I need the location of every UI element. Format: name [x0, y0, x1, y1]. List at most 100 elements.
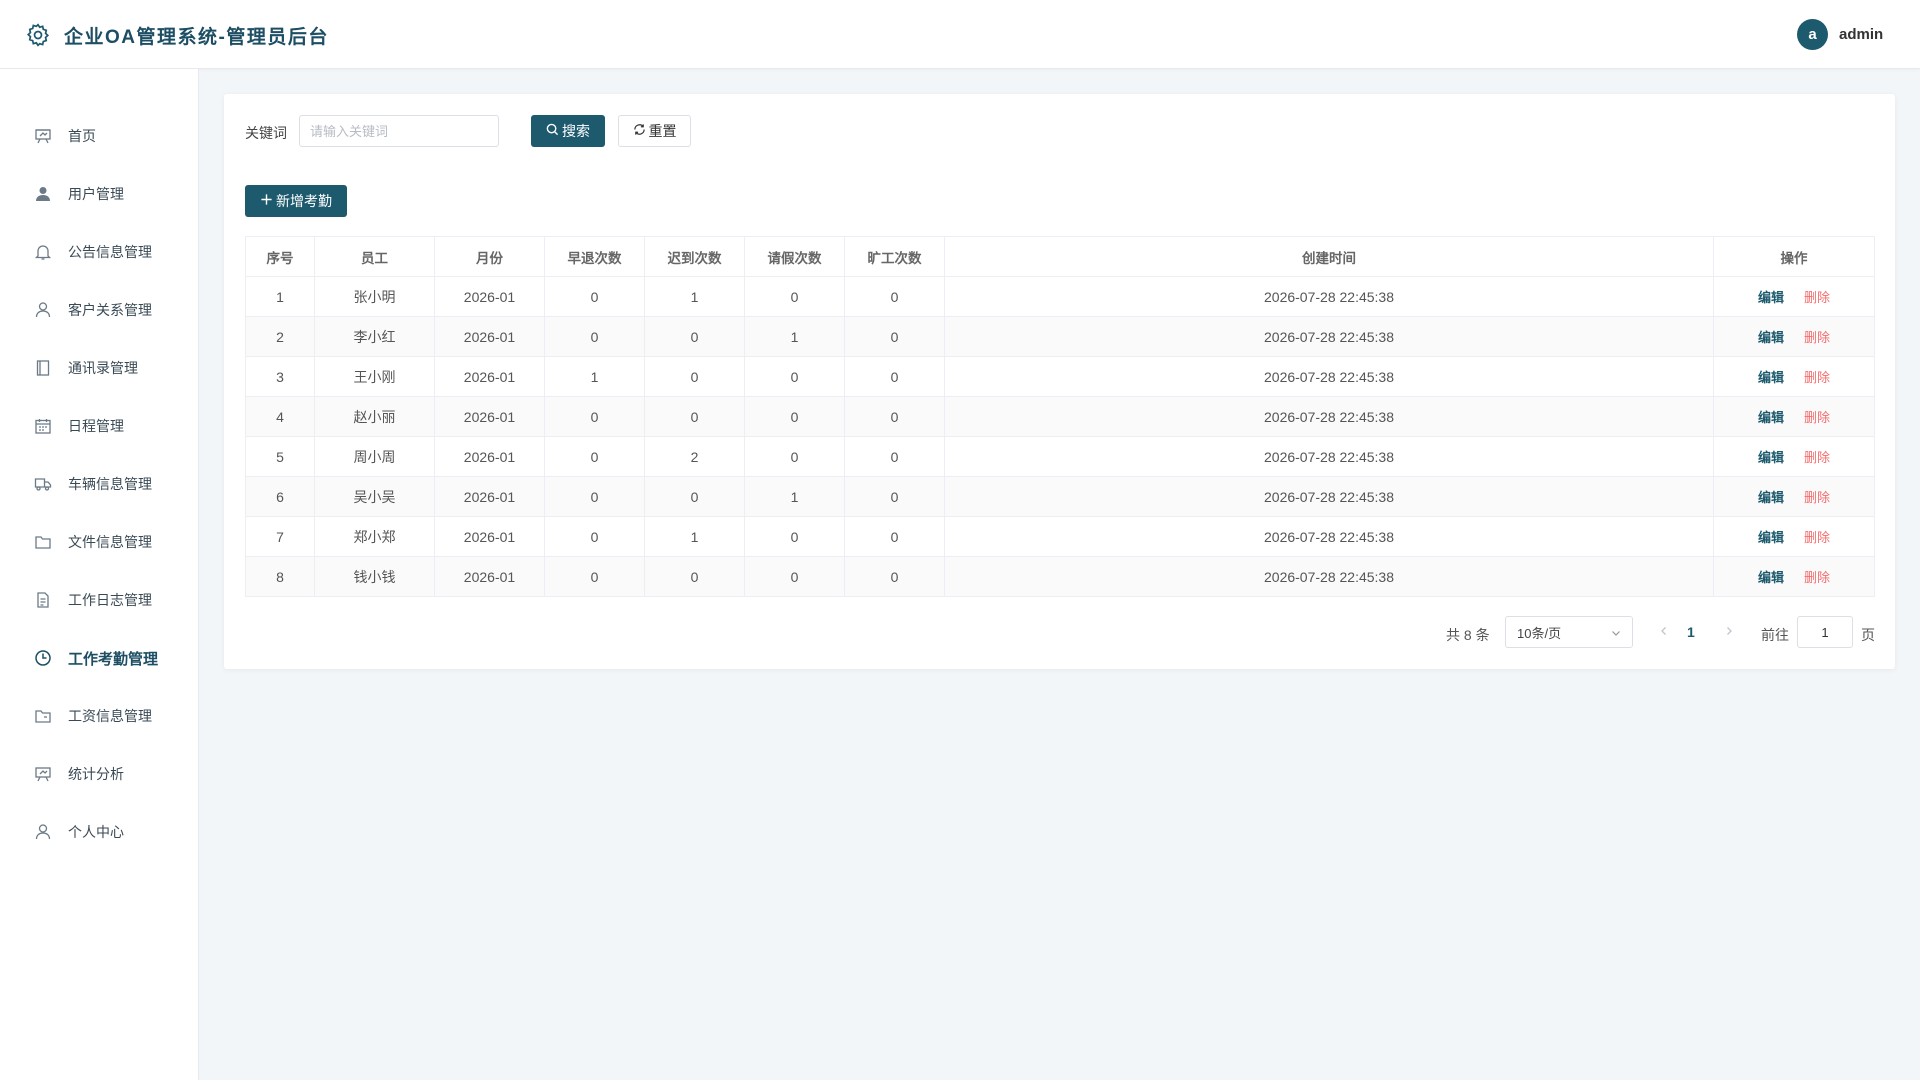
- cell-late: 2: [644, 436, 745, 477]
- cell-employee: 李小红: [314, 316, 435, 357]
- cell-leave-early: 0: [544, 396, 645, 437]
- avatar-letter: a: [1808, 26, 1817, 43]
- search-icon: [546, 123, 559, 139]
- reset-button[interactable]: 重置: [618, 115, 691, 147]
- keyword-input[interactable]: [299, 115, 499, 147]
- sidebar-item-schedule[interactable]: 日程管理: [0, 406, 198, 446]
- refresh-icon: [633, 123, 646, 139]
- goto-page-input[interactable]: [1797, 616, 1853, 648]
- truck-icon: [34, 475, 52, 493]
- sidebar-item-files[interactable]: 文件信息管理: [0, 522, 198, 562]
- column-header: 操作: [1713, 236, 1875, 277]
- sidebar-item-worklogs[interactable]: 工作日志管理: [0, 580, 198, 620]
- cell-leave-early: 0: [544, 516, 645, 557]
- add-attendance-button[interactable]: 新增考勤: [245, 185, 347, 217]
- cell-leave: 0: [744, 516, 845, 557]
- sidebar-item-users[interactable]: 用户管理: [0, 174, 198, 214]
- cell-created-time: 2026-07-28 22:45:38: [944, 436, 1714, 477]
- table-row: 8 钱小钱 2026-01 0 0 0 0 2026-07-28 22:45:38 编辑 删除: [245, 556, 1875, 597]
- cell-employee: 张小明: [314, 276, 435, 317]
- sidebar-item-customers[interactable]: 客户关系管理: [0, 290, 198, 330]
- goto-suffix: 页: [1861, 627, 1875, 643]
- cell-absent: 0: [844, 316, 945, 357]
- delete-button[interactable]: 删除: [1804, 410, 1830, 425]
- edit-button[interactable]: 编辑: [1758, 530, 1784, 545]
- cell-absent: 0: [844, 436, 945, 477]
- cell-index: 6: [245, 476, 315, 517]
- user-icon: [34, 823, 52, 841]
- edit-button[interactable]: 编辑: [1758, 450, 1784, 465]
- document-icon: [34, 591, 52, 609]
- table-row: 4 赵小丽 2026-01 0 0 0 0 2026-07-28 22:45:38 编辑 删除: [245, 396, 1875, 437]
- sidebar-item-home[interactable]: 首页: [0, 116, 198, 156]
- add-button-label: 新增考勤: [276, 193, 332, 209]
- current-page[interactable]: 1: [1687, 624, 1695, 640]
- avatar[interactable]: a: [1797, 19, 1828, 50]
- cell-absent: 0: [844, 276, 945, 317]
- sidebar-item-profile[interactable]: 个人中心: [0, 812, 198, 852]
- cell-leave-early: 1: [544, 356, 645, 397]
- edit-button[interactable]: 编辑: [1758, 290, 1784, 305]
- delete-button[interactable]: 删除: [1804, 290, 1830, 305]
- sidebar-item-label: 工作考勤管理: [68, 650, 159, 668]
- column-header: 序号: [245, 236, 315, 277]
- sidebar-item-salary[interactable]: 工资信息管理: [0, 696, 198, 736]
- plus-icon: [260, 193, 273, 209]
- cell-leave-early: 0: [544, 476, 645, 517]
- edit-button[interactable]: 编辑: [1758, 570, 1784, 585]
- sidebar-item-contacts[interactable]: 通讯录管理: [0, 348, 198, 388]
- cell-actions: 编辑 删除: [1713, 316, 1875, 357]
- cell-leave: 1: [744, 476, 845, 517]
- delete-button[interactable]: 删除: [1804, 370, 1830, 385]
- edit-button[interactable]: 编辑: [1758, 330, 1784, 345]
- delete-button[interactable]: 删除: [1804, 330, 1830, 345]
- sidebar-item-statistics[interactable]: 统计分析: [0, 754, 198, 794]
- cell-index: 3: [245, 356, 315, 397]
- edit-button[interactable]: 编辑: [1758, 370, 1784, 385]
- column-header: 迟到次数: [644, 236, 745, 277]
- cell-absent: 0: [844, 516, 945, 557]
- cell-leave: 0: [744, 396, 845, 437]
- column-header: 月份: [434, 236, 545, 277]
- cell-created-time: 2026-07-28 22:45:38: [944, 476, 1714, 517]
- folder-icon: [34, 533, 52, 551]
- table-row: 6 吴小吴 2026-01 0 0 1 0 2026-07-28 22:45:38 编辑 删除: [245, 476, 1875, 517]
- cell-employee: 赵小丽: [314, 396, 435, 437]
- cell-employee: 周小周: [314, 436, 435, 477]
- cell-absent: 0: [844, 396, 945, 437]
- cell-month: 2026-01: [434, 516, 545, 557]
- delete-button[interactable]: 删除: [1804, 530, 1830, 545]
- delete-button[interactable]: 删除: [1804, 570, 1830, 585]
- goto-prefix: 前往: [1761, 627, 1789, 643]
- page-size-select[interactable]: 10条/页: [1505, 616, 1633, 648]
- cell-employee: 吴小吴: [314, 476, 435, 517]
- table-row: 5 周小周 2026-01 0 2 0 0 2026-07-28 22:45:38 编辑 删除: [245, 436, 1875, 477]
- sidebar-item-vehicles[interactable]: 车辆信息管理: [0, 464, 198, 504]
- cell-index: 1: [245, 276, 315, 317]
- cell-created-time: 2026-07-28 22:45:38: [944, 356, 1714, 397]
- edit-button[interactable]: 编辑: [1758, 490, 1784, 505]
- delete-button[interactable]: 删除: [1804, 490, 1830, 505]
- table-row: 2 李小红 2026-01 0 0 1 0 2026-07-28 22:45:38 编辑 删除: [245, 316, 1875, 357]
- delete-button[interactable]: 删除: [1804, 450, 1830, 465]
- chevron-down-icon: [1610, 627, 1622, 639]
- next-page-button[interactable]: [1722, 624, 1736, 638]
- cell-leave: 0: [744, 356, 845, 397]
- cell-leave: 0: [744, 436, 845, 477]
- sidebar-item-attendance[interactable]: 工作考勤管理: [0, 638, 198, 678]
- search-button-label: 搜索: [562, 123, 590, 139]
- cell-created-time: 2026-07-28 22:45:38: [944, 516, 1714, 557]
- top-header: 企业OA管理系统-管理员后台 a admin: [0, 0, 1920, 69]
- cell-index: 8: [245, 556, 315, 597]
- cell-employee: 钱小钱: [314, 556, 435, 597]
- cell-leave-early: 0: [544, 316, 645, 357]
- user-filled-icon: [34, 185, 52, 203]
- search-button[interactable]: 搜索: [531, 115, 605, 147]
- cell-leave: 0: [744, 276, 845, 317]
- cell-employee: 郑小郑: [314, 516, 435, 557]
- prev-page-button[interactable]: [1657, 624, 1671, 638]
- edit-button[interactable]: 编辑: [1758, 410, 1784, 425]
- cell-month: 2026-01: [434, 356, 545, 397]
- username[interactable]: admin: [1839, 26, 1883, 43]
- sidebar-item-notices[interactable]: 公告信息管理: [0, 232, 198, 272]
